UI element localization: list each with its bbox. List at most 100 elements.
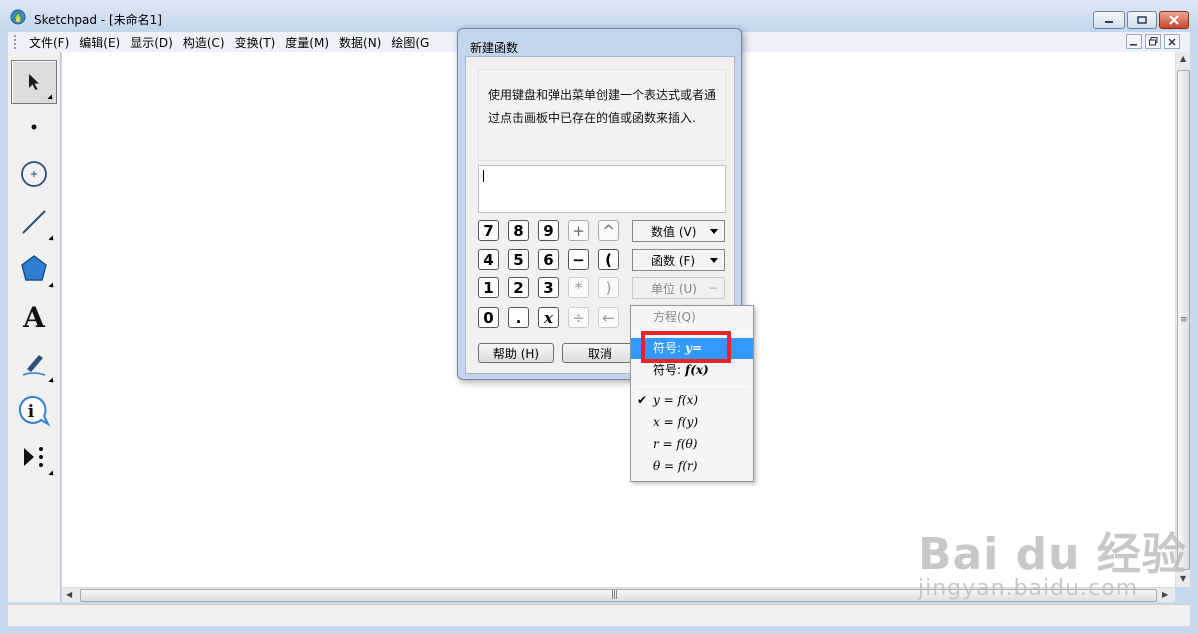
functions-button-label: 函数 (F) <box>651 253 696 268</box>
menu-item-theta-of-r[interactable]: θ = f(r) <box>631 456 753 477</box>
text-tool[interactable]: A <box>11 295 57 339</box>
key-1[interactable]: 1 <box>478 277 499 298</box>
arrow-tool[interactable] <box>11 60 57 104</box>
compass-tool[interactable] <box>11 152 57 196</box>
notation-label: 符号: <box>653 363 682 377</box>
restore-icon <box>1148 37 1157 46</box>
form-label: θ = f(r) <box>653 459 698 473</box>
key-power[interactable]: ^ <box>598 220 619 241</box>
watermark-logo: Bai du 经验 <box>918 529 1187 580</box>
text-tool-glyph: A <box>23 300 45 334</box>
info-icon: i <box>18 395 51 427</box>
units-dropdown-button[interactable]: 单位 (U) − <box>632 277 725 299</box>
doc-close-button[interactable] <box>1164 34 1180 49</box>
restore-icon <box>1137 16 1147 24</box>
vertical-scroll-thumb[interactable]: ≡ <box>1177 70 1190 570</box>
custom-tool[interactable] <box>11 435 57 479</box>
dialog-description: 使用键盘和弹出菜单创建一个表达式或者通过点击画板中已存在的值或函数来插入. <box>488 88 717 125</box>
dialog-title: 新建函数 <box>470 41 519 55</box>
doc-restore-button[interactable] <box>1145 34 1161 49</box>
cancel-button[interactable]: 取消 <box>562 343 638 363</box>
chevron-down-icon <box>710 228 718 234</box>
doc-minimize-button[interactable] <box>1126 34 1142 49</box>
document-window-controls <box>1126 34 1180 49</box>
polygon-tool[interactable] <box>11 247 57 291</box>
marker-tool[interactable] <box>11 342 57 386</box>
key-5[interactable]: 5 <box>508 249 529 270</box>
menu-number[interactable]: 数据(N) <box>334 34 386 51</box>
form-label: x = f(y) <box>653 415 699 429</box>
key-backspace[interactable]: ← <box>598 307 619 328</box>
minimize-icon <box>1130 43 1137 45</box>
close-button[interactable] <box>1159 11 1189 29</box>
key-multiply[interactable]: * <box>568 277 589 298</box>
key-6[interactable]: 6 <box>538 249 559 270</box>
values-button-label: 数值 (V) <box>651 224 697 239</box>
restore-button[interactable] <box>1127 11 1157 29</box>
baidu-jingyan-watermark: Bai du 经验 jingyan.baidu.com <box>918 518 1187 601</box>
key-4[interactable]: 4 <box>478 249 499 270</box>
chevron-down-icon <box>710 257 718 263</box>
menu-measure[interactable]: 度量(M) <box>280 34 334 51</box>
menu-file[interactable]: 文件(F) <box>24 34 74 51</box>
key-2[interactable]: 2 <box>508 277 529 298</box>
expression-input[interactable] <box>478 165 726 213</box>
menu-display[interactable]: 显示(D) <box>125 34 178 51</box>
checkmark-icon: ✔ <box>637 393 648 407</box>
minimize-button[interactable] <box>1093 11 1125 29</box>
information-tool[interactable]: i <box>11 389 57 433</box>
key-7[interactable]: 7 <box>478 220 499 241</box>
units-dash: − <box>707 281 718 295</box>
form-label: y = f(x) <box>653 393 699 407</box>
key-9[interactable]: 9 <box>538 220 559 241</box>
description-panel: 使用键盘和弹出菜单创建一个表达式或者通过点击画板中已存在的值或函数来插入. <box>478 69 726 161</box>
point-icon <box>31 124 37 130</box>
pen-icon <box>22 355 46 376</box>
key-decimal[interactable]: . <box>508 307 529 328</box>
highlight-callout-box <box>641 331 731 363</box>
close-icon <box>1168 37 1176 46</box>
sketchpad-logo-icon <box>10 9 26 25</box>
status-bar <box>8 604 1190 626</box>
svg-text:i: i <box>28 402 35 422</box>
menu-separator <box>633 386 751 387</box>
help-button[interactable]: 帮助 (H) <box>478 343 554 363</box>
minimize-icon <box>1105 21 1113 23</box>
polygon-icon <box>21 255 47 281</box>
hscroll-grip: ||| <box>611 590 618 600</box>
text-caret <box>483 170 484 182</box>
point-tool[interactable] <box>11 105 57 149</box>
scroll-left-icon[interactable]: ◀ <box>66 590 72 599</box>
scroll-up-icon[interactable]: ▲ <box>1180 54 1186 63</box>
menu-item-x-of-y[interactable]: x = f(y) <box>631 412 753 433</box>
menu-graph[interactable]: 绘图(G <box>386 34 434 51</box>
key-0[interactable]: 0 <box>478 307 499 328</box>
key-3[interactable]: 3 <box>538 277 559 298</box>
key-minus[interactable]: − <box>568 249 589 270</box>
watermark-url: jingyan.baidu.com <box>918 576 1139 601</box>
window-title: Sketchpad - [未命名1] <box>34 13 162 27</box>
menu-item-equation[interactable]: 方程(Q) <box>631 307 753 328</box>
scroll-right-icon[interactable]: ▶ <box>1162 590 1168 599</box>
circle-icon <box>21 161 47 187</box>
key-close-paren[interactable]: ) <box>598 277 619 298</box>
straightedge-tool[interactable] <box>11 200 57 244</box>
segment-icon <box>22 210 46 234</box>
values-dropdown-button[interactable]: 数值 (V) <box>632 220 725 242</box>
vertical-scrollbar[interactable]: ▲ ≡ ▼ <box>1175 52 1190 587</box>
tool-palette: A i <box>8 52 61 602</box>
menu-edit[interactable]: 编辑(E) <box>74 34 125 51</box>
key-plus[interactable]: + <box>568 220 589 241</box>
menu-item-r-of-theta[interactable]: r = f(θ) <box>631 434 753 455</box>
menu-construct[interactable]: 构造(C) <box>178 34 230 51</box>
notation-math: f(x) <box>685 363 709 377</box>
functions-dropdown-button[interactable]: 函数 (F) <box>632 249 725 271</box>
key-divide[interactable]: ÷ <box>568 307 589 328</box>
key-open-paren[interactable]: ( <box>598 249 619 270</box>
key-variable-x[interactable]: x <box>538 307 559 328</box>
close-icon <box>1169 15 1179 25</box>
menu-item-notation-f-of-x[interactable]: 符号: f(x) <box>631 360 753 381</box>
key-8[interactable]: 8 <box>508 220 529 241</box>
menu-transform[interactable]: 变换(T) <box>230 34 281 51</box>
menu-item-y-of-x[interactable]: ✔ y = f(x) <box>631 390 753 411</box>
